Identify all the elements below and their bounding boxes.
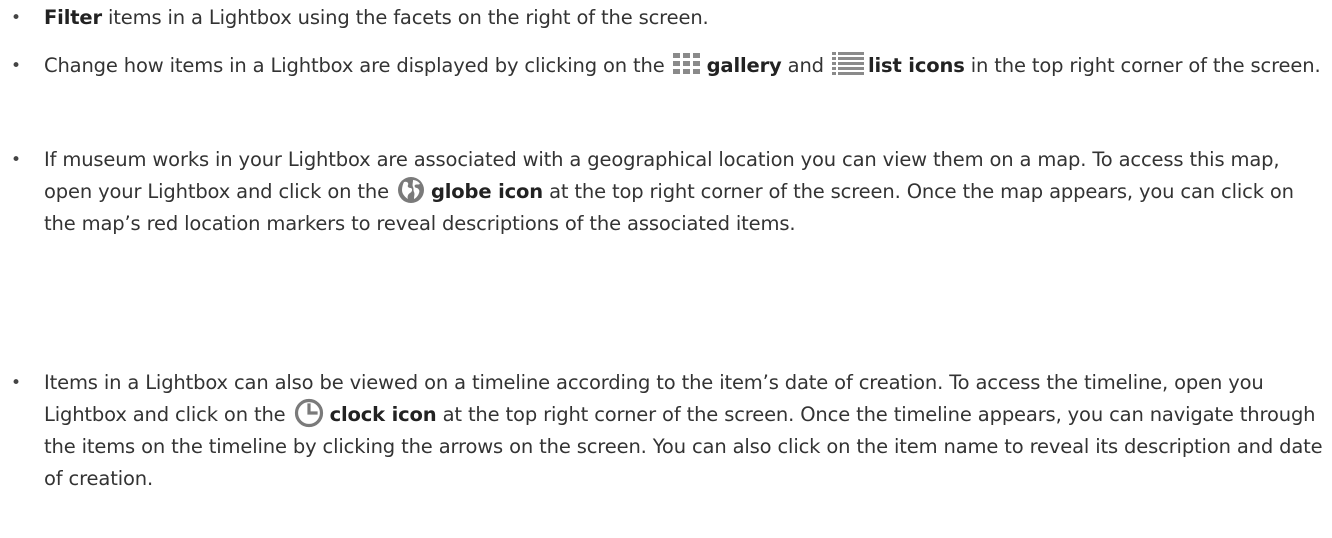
globe-icon-label: globe icon: [430, 180, 544, 203]
clock-icon: [294, 398, 324, 428]
help-document: • Filter items in a Lightbox using the f…: [0, 0, 1332, 538]
gallery-label: gallery: [706, 54, 782, 77]
list-icon: [831, 51, 864, 76]
list-item-filter: • Filter items in a Lightbox using the f…: [11, 2, 1326, 34]
bullet: •: [11, 150, 21, 170]
list-icons-label: list icons: [867, 54, 965, 77]
display-text-mid: and: [781, 54, 830, 77]
list-item-timeline: • Items in a Lightbox can also be viewed…: [11, 367, 1326, 495]
display-text-post: in the top right corner of the screen.: [964, 54, 1321, 77]
list-item-map: • If museum works in your Lightbox are a…: [11, 144, 1326, 240]
filter-text: items in a Lightbox using the facets on …: [101, 6, 709, 29]
clock-icon-label: clock icon: [329, 403, 437, 426]
bullet: •: [11, 56, 21, 76]
display-text-pre: Change how items in a Lightbox are displ…: [44, 54, 671, 77]
filter-bold-label: Filter: [44, 6, 102, 29]
bullet: •: [11, 373, 21, 393]
globe-icon: [397, 176, 425, 204]
list-item-display-mode: • Change how items in a Lightbox are dis…: [11, 50, 1326, 82]
grid-icon: [672, 52, 701, 75]
bullet: •: [11, 8, 21, 28]
